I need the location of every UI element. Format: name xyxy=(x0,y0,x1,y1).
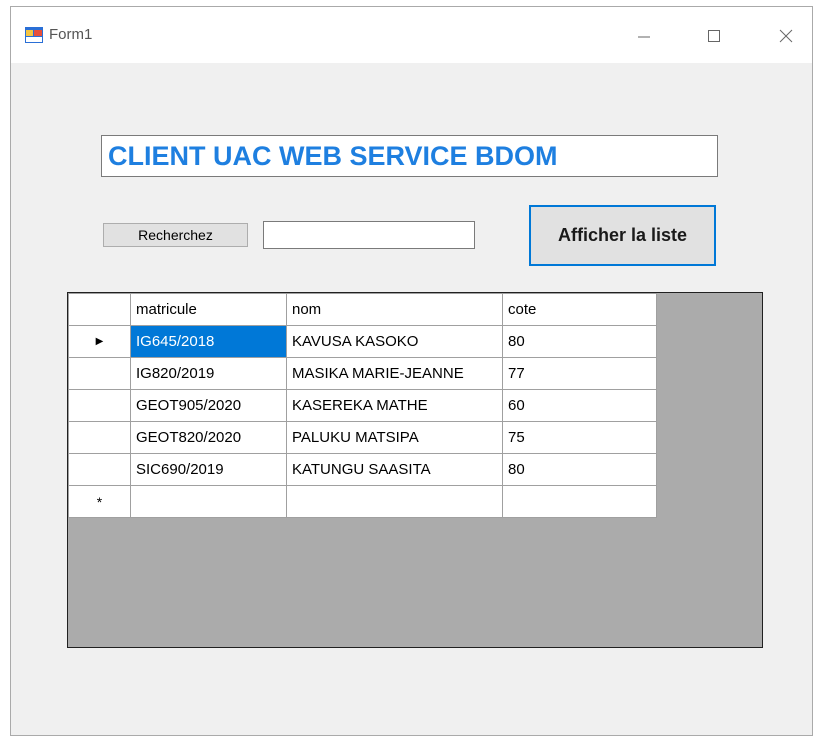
header-title-box: CLIENT UAC WEB SERVICE BDOM xyxy=(101,135,718,177)
row-header[interactable] xyxy=(68,389,131,422)
show-list-label: Afficher la liste xyxy=(557,225,688,245)
cell-cote[interactable]: 80 xyxy=(502,325,657,358)
new-row[interactable]: * xyxy=(68,485,657,518)
current-row-indicator-icon[interactable]: ▶ xyxy=(68,325,131,358)
close-button[interactable] xyxy=(763,21,809,51)
cell-cote[interactable]: 80 xyxy=(502,453,657,486)
window-title: Form1 xyxy=(49,26,93,43)
header-row: matricule nom cote xyxy=(68,293,657,326)
row-header[interactable] xyxy=(68,453,131,486)
cell-nom[interactable]: KATUNGU SAASITA xyxy=(286,453,503,486)
close-icon xyxy=(779,29,793,43)
grid-table: matricule nom cote ▶ IG645/2018 KAVUSA K… xyxy=(68,293,657,518)
table-row[interactable]: IG820/2019 MASIKA MARIE-JEANNE 77 xyxy=(68,357,657,390)
row-header-corner xyxy=(68,293,131,326)
search-input[interactable] xyxy=(263,221,475,249)
row-header[interactable] xyxy=(68,357,131,390)
title-bar[interactable]: Form1 xyxy=(11,7,812,63)
cell-nom[interactable]: KAVUSA KASOKO xyxy=(286,325,503,358)
cell-matricule[interactable]: GEOT905/2020 xyxy=(130,389,287,422)
new-cell-cote[interactable] xyxy=(502,485,657,518)
minimize-icon xyxy=(638,36,650,38)
column-header-matricule[interactable]: matricule xyxy=(130,293,287,326)
minimize-button[interactable] xyxy=(621,21,667,51)
cell-nom[interactable]: KASEREKA MATHE xyxy=(286,389,503,422)
new-cell-matricule[interactable] xyxy=(130,485,287,518)
new-row-indicator-icon[interactable]: * xyxy=(68,485,131,518)
column-header-cote[interactable]: cote xyxy=(502,293,657,326)
table-row[interactable]: GEOT820/2020 PALUKU MATSIPA 75 xyxy=(68,421,657,454)
maximize-icon xyxy=(708,30,720,42)
app-icon xyxy=(25,27,43,43)
table-row[interactable]: SIC690/2019 KATUNGU SAASITA 80 xyxy=(68,453,657,486)
column-header-nom[interactable]: nom xyxy=(286,293,503,326)
cell-cote[interactable]: 60 xyxy=(502,389,657,422)
cell-matricule[interactable]: IG820/2019 xyxy=(130,357,287,390)
search-button[interactable]: Recherchez xyxy=(103,223,248,247)
cell-matricule[interactable]: IG645/2018 xyxy=(130,325,287,358)
cell-cote[interactable]: 75 xyxy=(502,421,657,454)
maximize-button[interactable] xyxy=(691,21,737,51)
data-grid[interactable]: matricule nom cote ▶ IG645/2018 KAVUSA K… xyxy=(67,292,763,648)
new-cell-nom[interactable] xyxy=(286,485,503,518)
cell-cote[interactable]: 77 xyxy=(502,357,657,390)
cell-nom[interactable]: PALUKU MATSIPA xyxy=(286,421,503,454)
cell-matricule[interactable]: GEOT820/2020 xyxy=(130,421,287,454)
cell-nom[interactable]: MASIKA MARIE-JEANNE xyxy=(286,357,503,390)
row-header[interactable] xyxy=(68,421,131,454)
form-window: Form1 CLIENT UAC WEB SERVICE BDOM Recher… xyxy=(10,6,813,736)
table-row[interactable]: GEOT905/2020 KASEREKA MATHE 60 xyxy=(68,389,657,422)
table-row[interactable]: ▶ IG645/2018 KAVUSA KASOKO 80 xyxy=(68,325,657,358)
cell-matricule[interactable]: SIC690/2019 xyxy=(130,453,287,486)
show-list-button[interactable]: Afficher la liste xyxy=(529,205,716,266)
